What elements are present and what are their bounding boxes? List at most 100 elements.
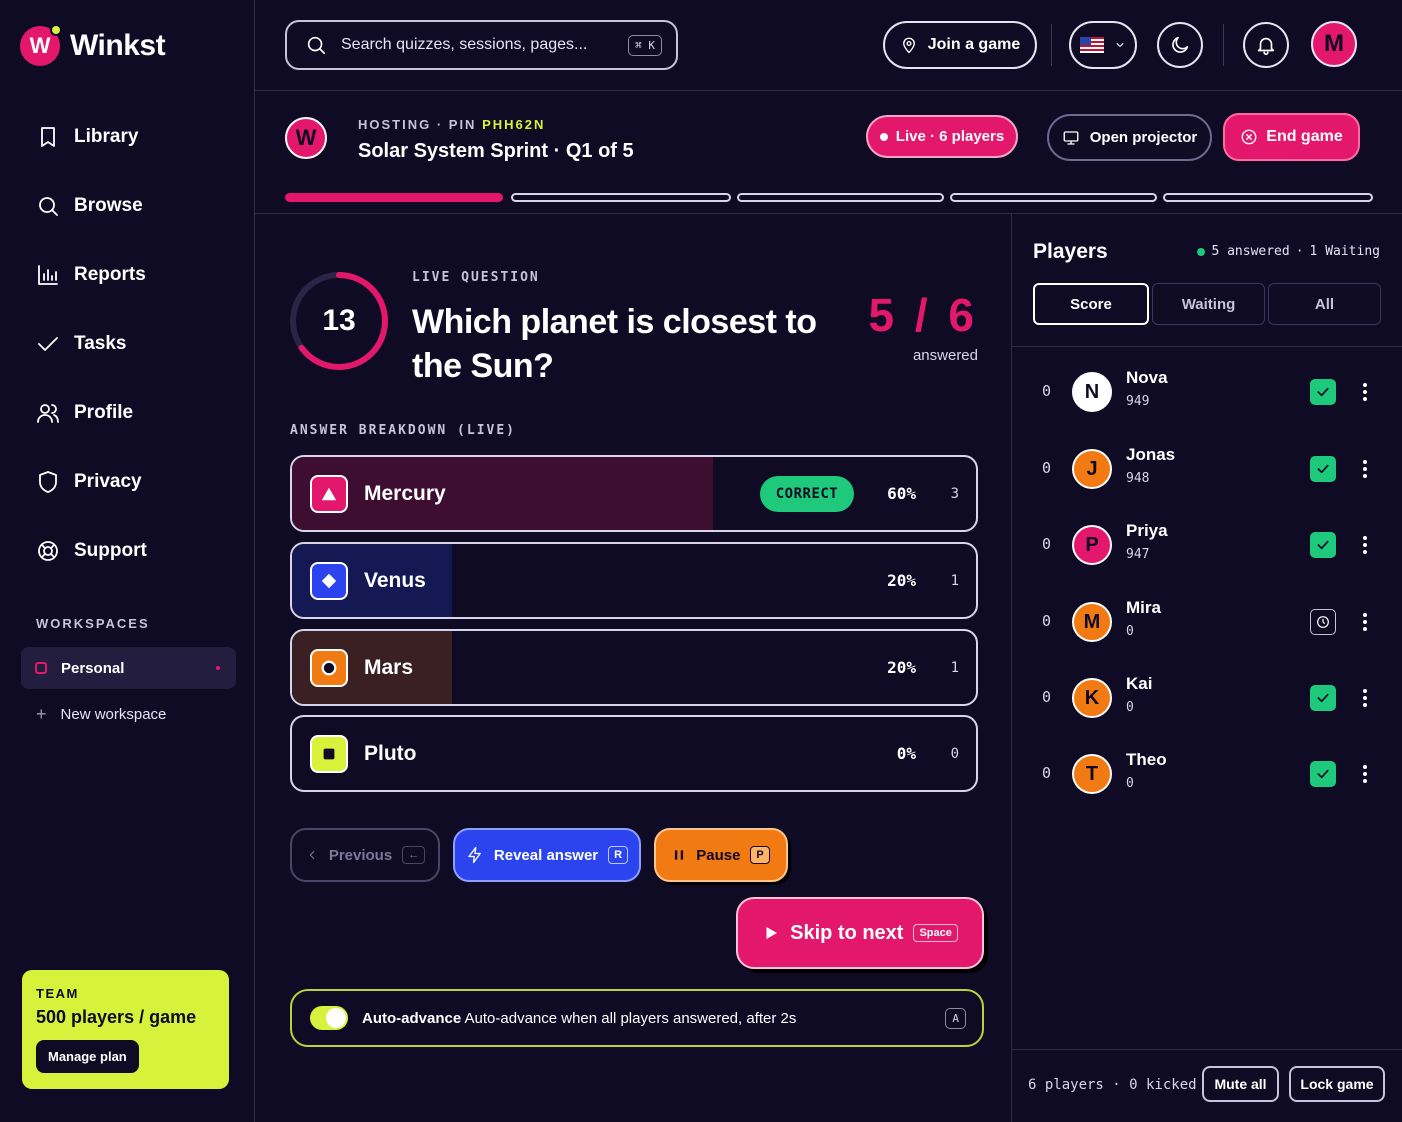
player-avatar: J [1072, 449, 1112, 489]
sidebar-item-reports[interactable]: Reports [0, 240, 255, 309]
divider [1223, 24, 1224, 66]
more-options-icon[interactable] [1357, 608, 1373, 636]
theme-toggle-button[interactable] [1157, 22, 1203, 68]
search-icon [307, 36, 326, 55]
chevron-down-icon [1116, 43, 1124, 47]
auto-advance-toggle[interactable] [310, 1006, 348, 1030]
sidebar-item-tasks[interactable]: Tasks [0, 309, 255, 378]
answered-check-icon[interactable] [1310, 761, 1336, 787]
player-score: 948 [1126, 471, 1150, 486]
more-options-icon[interactable] [1357, 684, 1373, 712]
sidebar-item-profile[interactable]: Profile [0, 378, 255, 447]
new-workspace-label: New workspace [60, 706, 167, 723]
tab-all[interactable]: All [1268, 283, 1381, 325]
app-logo[interactable]: W Winkst [20, 24, 166, 66]
pause-label: Pause [696, 846, 741, 864]
language-selector[interactable] [1069, 21, 1137, 69]
square-shape-icon [310, 735, 348, 773]
new-workspace-button[interactable]: + New workspace [36, 704, 166, 725]
join-game-label: Join a game [927, 36, 1021, 53]
bell-icon [1257, 37, 1275, 55]
player-rank: 0 [1042, 535, 1052, 553]
sidebar: W Winkst Library Browse Reports Tasks Pr… [0, 0, 255, 1122]
bookmark-icon [41, 126, 55, 147]
game-pin[interactable]: PHH62N [482, 117, 545, 132]
lifebuoy-icon [38, 540, 58, 561]
topbar: ⌘ K Join a game M [255, 0, 1402, 91]
live-dot-icon [879, 132, 888, 141]
lightning-icon [468, 846, 481, 864]
answer-option-mars[interactable]: Mars 20% 1 [290, 629, 978, 706]
player-row[interactable]: 0 N Nova 949 [1012, 358, 1402, 428]
player-avatar: N [1072, 372, 1112, 412]
player-avatar: M [1072, 602, 1112, 642]
more-options-icon[interactable] [1357, 531, 1373, 559]
reveal-answer-button[interactable]: Reveal answer R [453, 828, 641, 882]
bar-chart-icon [38, 264, 58, 285]
plus-icon: + [36, 704, 47, 724]
search-input[interactable] [341, 36, 611, 54]
user-avatar[interactable]: M [1311, 21, 1357, 67]
answer-count: 0 [950, 745, 959, 762]
sidebar-item-browse[interactable]: Browse [0, 171, 255, 240]
answered-stat: 5 answered [1211, 244, 1290, 259]
answer-option-pluto[interactable]: Pluto 0% 0 [290, 715, 978, 792]
sidebar-item-privacy[interactable]: Privacy [0, 447, 255, 516]
skip-label: Skip to next [790, 921, 904, 944]
player-row[interactable]: 0 T Theo 0 [1012, 740, 1402, 810]
search-box[interactable]: ⌘ K [285, 20, 678, 70]
lock-game-button[interactable]: Lock game [1289, 1066, 1385, 1102]
pause-button[interactable]: Pause P [654, 828, 788, 882]
player-avatar: P [1072, 525, 1112, 565]
users-icon [37, 403, 59, 423]
answer-option-mercury[interactable]: Mercury CORRECT 60% 3 [290, 455, 978, 532]
answer-count: 1 [950, 659, 959, 676]
open-projector-button[interactable]: Open projector [1047, 114, 1212, 161]
player-row[interactable]: 0 J Jonas 948 [1012, 435, 1402, 505]
shield-icon [39, 470, 57, 493]
answer-option-venus[interactable]: Venus 20% 1 [290, 542, 978, 619]
players-panel: Players 5 answered · 1 Waiting Score Wai… [1011, 214, 1402, 1122]
previous-button[interactable]: Previous ← [290, 828, 440, 882]
team-plan-value: 500 players / game [36, 1007, 197, 1027]
answered-check-icon[interactable] [1310, 685, 1336, 711]
mute-all-button[interactable]: Mute all [1202, 1066, 1279, 1102]
player-score: 0 [1126, 624, 1134, 639]
skip-to-next-button[interactable]: Skip to next Space [736, 897, 984, 969]
more-options-icon[interactable] [1357, 378, 1373, 406]
more-options-icon[interactable] [1357, 760, 1373, 788]
answered-check-icon[interactable] [1310, 456, 1336, 482]
sidebar-item-support[interactable]: Support [0, 516, 255, 585]
answer-label: Pluto [364, 741, 417, 765]
sidebar-item-label: Reports [74, 263, 146, 285]
correct-badge: CORRECT [760, 476, 854, 512]
answered-label: answered [912, 347, 978, 364]
player-row[interactable]: 0 K Kai 0 [1012, 664, 1402, 734]
player-name: Jonas [1126, 445, 1176, 464]
location-pin-icon [902, 37, 915, 54]
divider [1012, 346, 1402, 347]
answer-percent: 0% [896, 744, 916, 763]
manage-plan-button[interactable]: Manage plan [36, 1040, 139, 1073]
team-plan-card: TEAM 500 players / game Manage plan [22, 970, 229, 1089]
answered-check-icon[interactable] [1310, 532, 1336, 558]
end-game-button[interactable]: End game [1223, 113, 1360, 161]
waiting-clock-icon[interactable] [1310, 609, 1336, 635]
more-options-icon[interactable] [1357, 455, 1373, 483]
player-score: 0 [1126, 776, 1134, 791]
workspace-personal[interactable]: Personal [21, 647, 236, 689]
players-status: 5 answered · 1 Waiting [1197, 244, 1380, 259]
player-row[interactable]: 0 P Priya 947 [1012, 511, 1402, 581]
player-row[interactable]: 0 M Mira 0 [1012, 588, 1402, 658]
open-projector-label: Open projector [1089, 129, 1198, 146]
workspace-square-icon [35, 662, 47, 674]
search-shortcut: ⌘ K [628, 34, 662, 56]
tab-score[interactable]: Score [1033, 283, 1149, 325]
sidebar-item-library[interactable]: Library [0, 102, 255, 171]
tab-waiting[interactable]: Waiting [1152, 283, 1265, 325]
reveal-key: R [608, 846, 629, 864]
notifications-button[interactable] [1243, 22, 1289, 68]
player-rank: 0 [1042, 688, 1052, 706]
join-game-button[interactable]: Join a game [883, 21, 1037, 69]
answered-check-icon[interactable] [1310, 379, 1336, 405]
